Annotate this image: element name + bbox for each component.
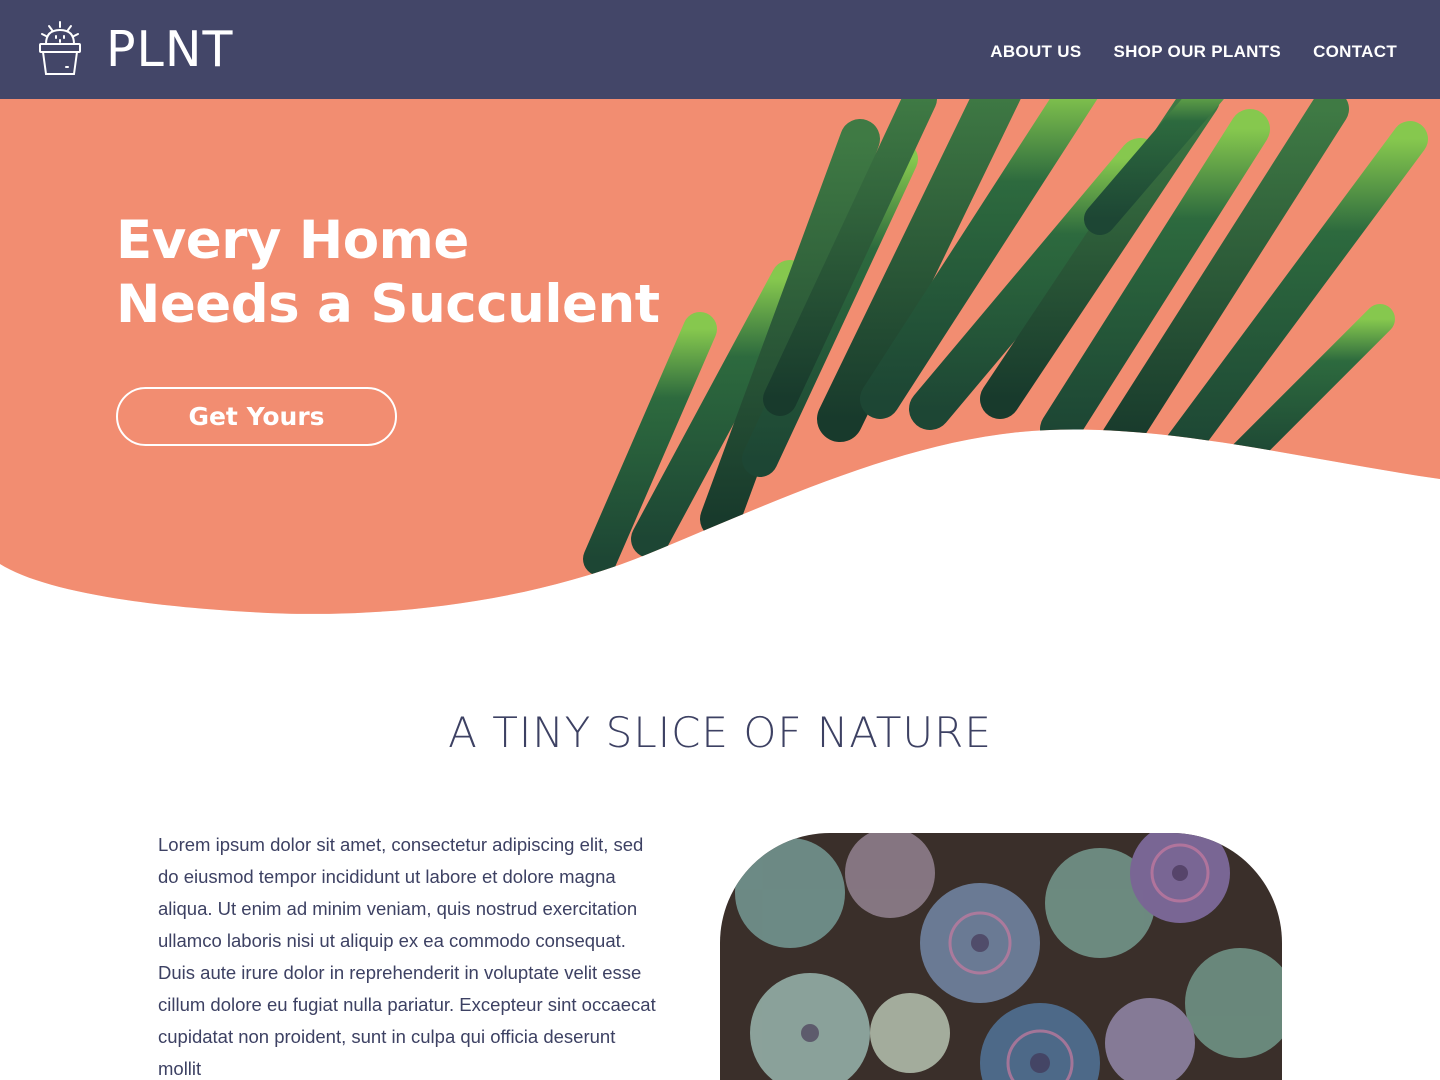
main-nav: ABOUT US SHOP OUR PLANTS CONTACT (990, 42, 1397, 62)
section-body-text: Lorem ipsum dolor sit amet, consectetur … (158, 834, 656, 1079)
section-title: A TINY SLICE OF NATURE (448, 708, 992, 757)
cactus-pot-icon (39, 21, 81, 75)
nav-contact[interactable]: CONTACT (1313, 42, 1397, 62)
nav-about-us[interactable]: ABOUT US (990, 42, 1081, 62)
brand-name: PLNT (106, 20, 234, 78)
succulents-photo (720, 833, 1282, 1080)
hero-title-line-2: Needs a Succulent (116, 274, 660, 335)
get-yours-button[interactable]: Get Yours (116, 387, 397, 446)
nav-shop-our-plants[interactable]: SHOP OUR PLANTS (1113, 42, 1281, 62)
hero-title-line-1: Every Home (116, 210, 469, 271)
succulents-image (720, 833, 1282, 1080)
hero-banner: Every Home Needs a Succulent Get Yours (0, 99, 1440, 619)
hero-plant-image (0, 99, 1440, 614)
hero-title: Every Home Needs a Succulent (116, 209, 660, 337)
site-header: PLNT ABOUT US SHOP OUR PLANTS CONTACT (0, 0, 1440, 99)
logo[interactable]: PLNT (38, 20, 233, 78)
